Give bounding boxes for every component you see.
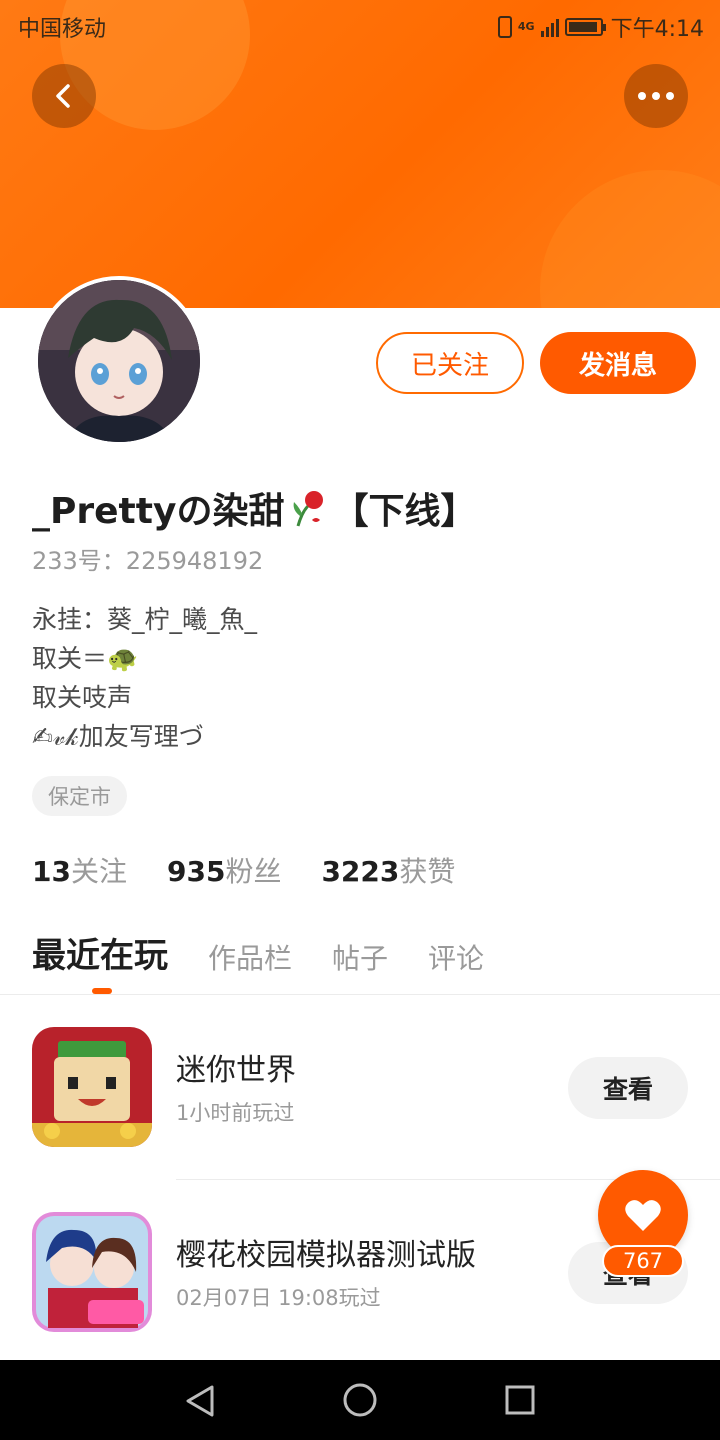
location-tag: 保定市 — [32, 776, 127, 816]
bio: 永挂：葵_柠_曦_魚_ 取关＝🐢 取关吱声 ✍𝓋𝓀加友写理づ — [32, 600, 257, 756]
tab-works[interactable]: 作品栏 — [208, 937, 292, 977]
tab-recently-played[interactable]: 最近在玩 — [32, 928, 168, 977]
send-message-button[interactable]: 发消息 — [540, 332, 696, 394]
avatar[interactable] — [34, 276, 204, 446]
clock-label: 下午4:14 — [610, 17, 704, 42]
user-id: 233号：225948192 — [32, 547, 264, 575]
battery-icon — [564, 18, 606, 36]
more-button[interactable] — [624, 64, 688, 128]
banner-decoration — [540, 170, 720, 308]
game-icon-image — [32, 1027, 152, 1147]
game-icon — [32, 1027, 152, 1147]
tab-posts[interactable]: 帖子 — [332, 937, 388, 977]
signal-icon — [540, 17, 559, 37]
stat-following[interactable]: 13关注 — [32, 850, 127, 890]
bio-line: 取关＝🐢 — [32, 644, 139, 673]
list-item[interactable]: 迷你世界 1小时前玩过 查看 — [0, 1027, 720, 1167]
avatar-image — [38, 280, 200, 442]
bio-line: 永挂：葵_柠_曦_魚_ — [32, 605, 258, 634]
nav-back-icon[interactable] — [184, 1384, 216, 1418]
stat-label: 粉丝 — [225, 855, 282, 888]
network-type-label: 4G — [517, 20, 535, 33]
status-bar: 中国移动 4G 下午4:14 — [0, 0, 720, 48]
username: _Prettyの染甜 【下线】 — [32, 482, 476, 534]
more-horizontal-icon — [638, 92, 674, 100]
username-status: 【下线】 — [332, 491, 477, 532]
status-right: 4G 下午4:14 — [497, 11, 704, 43]
stat-label: 关注 — [70, 855, 127, 888]
stat-number: 935 — [166, 855, 226, 888]
nav-home-icon[interactable] — [343, 1383, 377, 1417]
stat-fans[interactable]: 935粉丝 — [167, 850, 281, 890]
username-text: _Prettyの染甜 — [32, 491, 285, 532]
game-last-played: 02月07日 19:08玩过 — [176, 1286, 381, 1310]
like-count-badge: 767 — [602, 1245, 684, 1277]
wilted-rose-icon — [294, 491, 324, 527]
stat-likes[interactable]: 3223获赞 — [321, 850, 455, 890]
carrier-label: 中国移动 — [18, 17, 107, 42]
game-name: 樱花校园模拟器测试版 — [176, 1238, 476, 1273]
stats-row: 13关注 935粉丝 3223获赞 — [32, 850, 455, 890]
back-button[interactable] — [32, 64, 96, 128]
bio-line: 取关吱声 — [32, 683, 133, 712]
tab-comments[interactable]: 评论 — [428, 937, 484, 977]
game-icon-image — [32, 1212, 152, 1332]
game-icon — [32, 1212, 152, 1332]
stat-label: 获赞 — [399, 855, 456, 888]
game-name: 迷你世界 — [176, 1053, 296, 1088]
divider — [0, 994, 720, 995]
chevron-left-icon — [56, 84, 70, 108]
stat-number: 3223 — [321, 855, 400, 888]
heart-icon — [625, 1200, 661, 1231]
bio-line: ✍𝓋𝓀加友写理づ — [32, 722, 204, 751]
followed-button[interactable]: 已关注 — [376, 332, 524, 394]
profile-tabs: 最近在玩 作品栏 帖子 评论 — [32, 928, 484, 977]
view-button[interactable]: 查看 — [568, 1057, 688, 1119]
vibrate-icon — [497, 16, 512, 38]
game-last-played: 1小时前玩过 — [176, 1101, 295, 1125]
nav-recents-icon[interactable] — [505, 1385, 535, 1415]
status-icons: 4G — [497, 16, 606, 38]
stat-number: 13 — [32, 855, 71, 888]
system-navigation-bar — [0, 1360, 720, 1440]
